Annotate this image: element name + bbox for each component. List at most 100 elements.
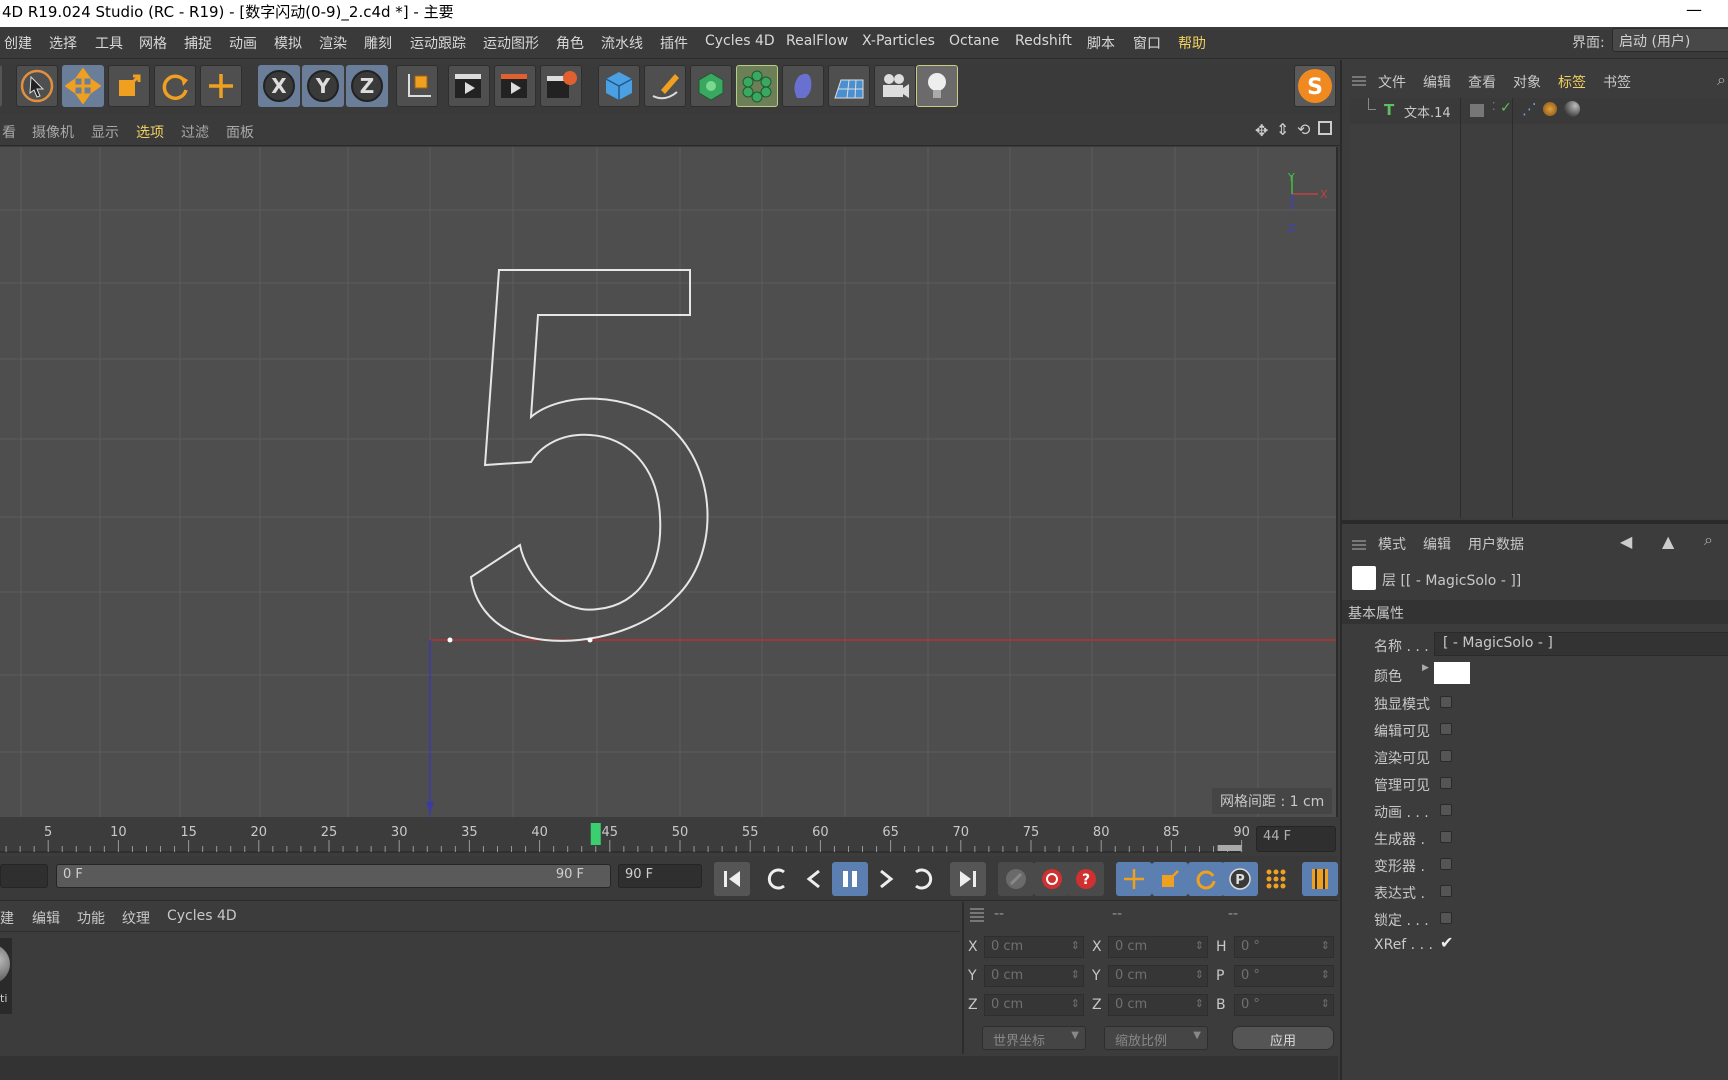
cloner-mograph-icon[interactable] xyxy=(736,65,778,107)
key-rotation-icon[interactable] xyxy=(1188,862,1224,896)
object-menu-view[interactable]: 查看 xyxy=(1468,72,1496,92)
minimize-button[interactable]: — xyxy=(1686,0,1702,22)
menu-pipeline[interactable]: 流水线 xyxy=(601,33,643,53)
x-axis-icon[interactable]: X xyxy=(258,65,300,107)
viewport-zoom-icon[interactable]: ⇕ xyxy=(1276,120,1289,139)
material-menu-create[interactable]: 建 xyxy=(0,908,14,928)
spline-point[interactable] xyxy=(587,637,593,643)
autokey-icon[interactable]: ? xyxy=(1068,862,1104,896)
previous-frame-icon[interactable] xyxy=(796,862,832,896)
object-menu-file[interactable]: 文件 xyxy=(1378,72,1406,92)
viewport-maximize-icon[interactable] xyxy=(1318,121,1332,135)
render-settings-icon[interactable] xyxy=(540,65,582,107)
record-keys-disabled-icon[interactable] xyxy=(998,862,1034,896)
tag-mograph-icon[interactable] xyxy=(1543,102,1557,116)
prop-generators-checkbox[interactable] xyxy=(1440,831,1452,843)
material-menu-texture[interactable]: 纹理 xyxy=(122,908,150,928)
prop-animation-checkbox[interactable] xyxy=(1440,804,1452,816)
live-select-icon[interactable] xyxy=(200,65,242,107)
previous-key-icon[interactable] xyxy=(760,862,796,896)
menu-select[interactable]: 选择 xyxy=(49,33,77,53)
key-pla-icon[interactable] xyxy=(1258,862,1294,896)
render-picture-viewer-icon[interactable] xyxy=(494,65,536,107)
up-arrow-icon[interactable]: ▲ xyxy=(1662,532,1674,551)
coord-world-dropdown[interactable]: 世界坐标 ▼ xyxy=(982,1026,1086,1050)
light-icon[interactable] xyxy=(916,65,958,107)
layer-icon[interactable] xyxy=(1470,104,1484,117)
coord-rot-p-field[interactable]: 0 ° xyxy=(1234,965,1334,987)
min-frame-field[interactable] xyxy=(0,864,48,888)
coord-size-z-field[interactable]: 0 cm xyxy=(1108,994,1208,1016)
timeline-ruler[interactable]: 5 10 15 20 25 30 35 40 45 50 55 60 65 70 75 80 85 90 44 F xyxy=(0,818,1338,856)
menu-xparticles[interactable]: X-Particles xyxy=(862,33,935,49)
menu-sculpt[interactable]: 雕刻 xyxy=(364,33,392,53)
menu-help[interactable]: 帮助 xyxy=(1178,33,1206,53)
prop-deformers-checkbox[interactable] xyxy=(1440,858,1452,870)
search-icon[interactable]: ⌕ xyxy=(1717,70,1726,90)
material-menu-edit[interactable]: 编辑 xyxy=(32,908,60,928)
menu-simulate[interactable]: 模拟 xyxy=(274,33,302,53)
plugin-badge-icon[interactable]: S xyxy=(1294,65,1336,107)
next-key-icon[interactable] xyxy=(904,862,940,896)
prop-editor-visible-checkbox[interactable] xyxy=(1440,723,1452,735)
menu-snap[interactable]: 捕捉 xyxy=(184,33,212,53)
pen-spline-icon[interactable] xyxy=(644,65,686,107)
prop-solo-checkbox[interactable] xyxy=(1440,696,1452,708)
menu-script[interactable]: 脚本 xyxy=(1087,33,1115,53)
viewport-menu-filter[interactable]: 过滤 xyxy=(181,122,209,142)
object-menu-tags[interactable]: 标签 xyxy=(1558,72,1586,92)
coord-pos-y-field[interactable]: 0 cm xyxy=(984,965,1084,987)
material-thumbnail[interactable]: ti xyxy=(0,938,12,1014)
frame-range-slider[interactable]: 0 F 90 F xyxy=(56,864,611,888)
viewport[interactable]: Y X Z 网格间距 : 1 cm xyxy=(0,147,1338,817)
scale-tool-icon[interactable] xyxy=(108,65,150,107)
viewport-menu-options[interactable]: 选项 xyxy=(136,122,164,142)
record-active-icon[interactable] xyxy=(1034,862,1070,896)
coord-scale-dropdown[interactable]: 缩放比例 ▼ xyxy=(1104,1026,1208,1050)
coord-rot-b-field[interactable]: 0 ° xyxy=(1234,994,1334,1016)
object-menu-objects[interactable]: 对象 xyxy=(1513,72,1541,92)
go-to-start-icon[interactable] xyxy=(714,862,750,896)
object-row[interactable]: T 文本.14 ⁚ ✓ ⋰ xyxy=(1350,98,1728,124)
rotate-tool-icon[interactable] xyxy=(154,65,196,107)
menu-redshift[interactable]: Redshift xyxy=(1015,33,1072,49)
go-to-end-icon[interactable] xyxy=(950,862,986,896)
prop-manager-visible-checkbox[interactable] xyxy=(1440,777,1452,789)
material-menu-function[interactable]: 功能 xyxy=(77,908,105,928)
attribute-menu-edit[interactable]: 编辑 xyxy=(1423,534,1451,554)
coord-rot-h-field[interactable]: 0 ° xyxy=(1234,936,1334,958)
prop-render-visible-checkbox[interactable] xyxy=(1440,750,1452,762)
move-tool-icon[interactable] xyxy=(62,65,104,107)
menu-cycles4d[interactable]: Cycles 4D xyxy=(705,33,775,49)
tag-material-icon[interactable] xyxy=(1564,101,1580,117)
tag-motext-icon[interactable]: ⋰ xyxy=(1522,100,1537,118)
menu-character[interactable]: 角色 xyxy=(556,33,584,53)
key-position-icon[interactable] xyxy=(1116,862,1152,896)
menu-create[interactable]: 创建 xyxy=(4,33,32,53)
viewport-menu-panel[interactable]: 面板 xyxy=(226,122,254,142)
menu-tools[interactable]: 工具 xyxy=(95,33,123,53)
menu-mesh[interactable]: 网格 xyxy=(139,33,167,53)
subdivision-nurbs-icon[interactable] xyxy=(690,65,732,107)
timeline-window-icon[interactable] xyxy=(1302,862,1338,896)
enabled-check-icon[interactable]: ✓ xyxy=(1500,100,1512,116)
playhead-marker[interactable] xyxy=(590,823,601,845)
name-field[interactable]: [ - MagicSolo - ] xyxy=(1434,632,1728,656)
coord-size-x-field[interactable]: 0 cm xyxy=(1108,936,1208,958)
object-menu-edit[interactable]: 编辑 xyxy=(1423,72,1451,92)
cube-primitive-icon[interactable] xyxy=(598,65,640,107)
prop-locked-checkbox[interactable] xyxy=(1440,912,1452,924)
y-axis-icon[interactable]: Y xyxy=(302,65,344,107)
color-expand-icon[interactable]: ▶ xyxy=(1422,663,1429,673)
pause-icon[interactable] xyxy=(832,862,868,896)
menu-motion-tracking[interactable]: 运动跟踪 xyxy=(410,33,466,53)
color-swatch[interactable] xyxy=(1434,662,1470,684)
floor-environment-icon[interactable] xyxy=(828,65,870,107)
camera-icon[interactable] xyxy=(874,65,916,107)
coordinate-system-icon[interactable] xyxy=(396,65,438,107)
viewport-rotate-icon[interactable]: ⟲ xyxy=(1297,120,1310,139)
attribute-menu-mode[interactable]: 模式 xyxy=(1378,534,1406,554)
object-menu-bookmarks[interactable]: 书签 xyxy=(1603,72,1631,92)
search-icon[interactable]: ⌕ xyxy=(1704,530,1713,550)
menu-plugins[interactable]: 插件 xyxy=(660,33,688,53)
